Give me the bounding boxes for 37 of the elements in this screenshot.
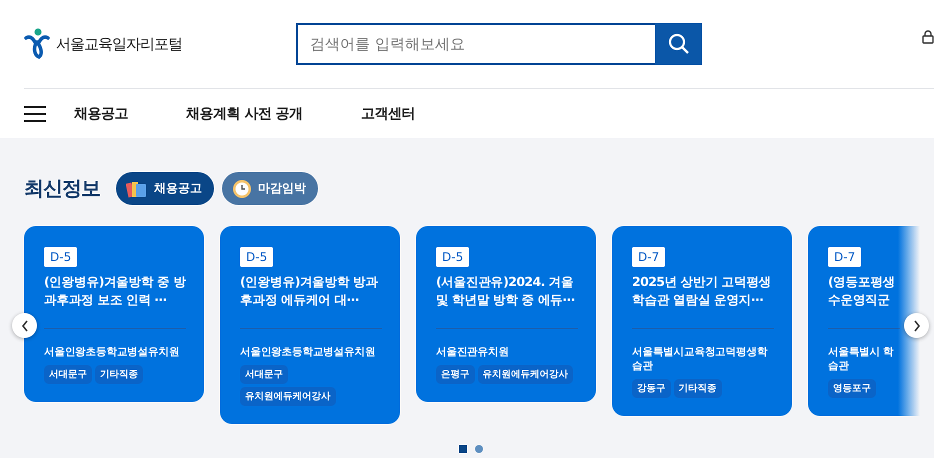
dday-badge: D-5	[436, 247, 470, 267]
tab[interactable]: 마감임박	[222, 172, 318, 205]
nav-link[interactable]: 채용공고	[74, 104, 128, 122]
tag: 기타직종	[95, 365, 143, 384]
job-title: (서울진관유)2024. 겨울 및 학년말 방학 중 에듀⋯	[436, 273, 576, 309]
tag: 서대문구	[240, 365, 288, 384]
job-title: 2025년 상반기 고덕평생학습관 열람실 운영지⋯	[632, 273, 772, 309]
organization-name: 서울진관유치원	[436, 345, 510, 359]
job-card[interactable]: D-5 (서울진관유)2024. 겨울 및 학년말 방학 중 에듀⋯ 서울진관유치원 은평구 유치원에듀케어강사	[416, 226, 596, 402]
job-card[interactable]: D-7 (영등포평생 수운영직군 서울특별시 학습관 영등포구	[808, 226, 920, 416]
organization-name: 서울특별시 학습관	[828, 345, 894, 373]
job-card[interactable]: D-7 2025년 상반기 고덕평생학습관 열람실 운영지⋯ 서울특별시교육청고덕평생학습관 강동구 기타직종	[612, 226, 792, 416]
organization-name: 서울인왕초등학교병설유치원	[240, 345, 376, 359]
tag: 은평구	[436, 365, 474, 384]
search-field[interactable]: 검색어를 입력해보세요	[296, 23, 655, 65]
tag: 영등포구	[828, 379, 876, 398]
nav-link[interactable]: 채용계획 사전 공개	[186, 104, 303, 122]
job-title: (영등포평생 수운영직군	[828, 273, 896, 309]
job-card[interactable]: D-5 (인왕병유)겨울방학 중 방과후과정 보조 인력 ⋯ 서울인왕초등학교병설유치원 서대문구 기타직종	[24, 226, 204, 402]
dday-badge: D-7	[632, 247, 666, 267]
nav-link[interactable]: 고객센터	[360, 104, 415, 122]
tag: 서대문구	[44, 365, 92, 384]
job-card[interactable]: D-5 (인왕병유)겨울방학 방과후과정 에듀케어 대⋯ 서울인왕초등학교병설유치원 서대문구 유치원에듀케어강사	[220, 226, 400, 424]
job-title: (인왕병유)겨울방학 중 방과후과정 보조 인력 ⋯	[44, 273, 186, 309]
logo-text[interactable]: 서울교육일자리포털	[56, 34, 182, 54]
tag: 강동구	[632, 379, 670, 398]
tag: 유치원에듀케어강사	[240, 387, 336, 406]
dday-badge: D-5	[240, 247, 274, 267]
job-title: (인왕병유)겨울방학 방과후과정 에듀케어 대⋯	[240, 273, 379, 309]
dday-badge: D-7	[828, 247, 862, 267]
dday-badge: D-5	[44, 247, 78, 267]
tab[interactable]: 채용공고	[116, 172, 214, 205]
organization-name: 서울특별시교육청고덕평생학습관	[632, 345, 768, 373]
tag: 유치원에듀케어강사	[478, 365, 573, 384]
organization-name: 서울인왕초등학교병설유치원	[44, 345, 180, 359]
section-title: 최신정보	[24, 175, 100, 202]
tag: 기타직종	[674, 379, 722, 398]
